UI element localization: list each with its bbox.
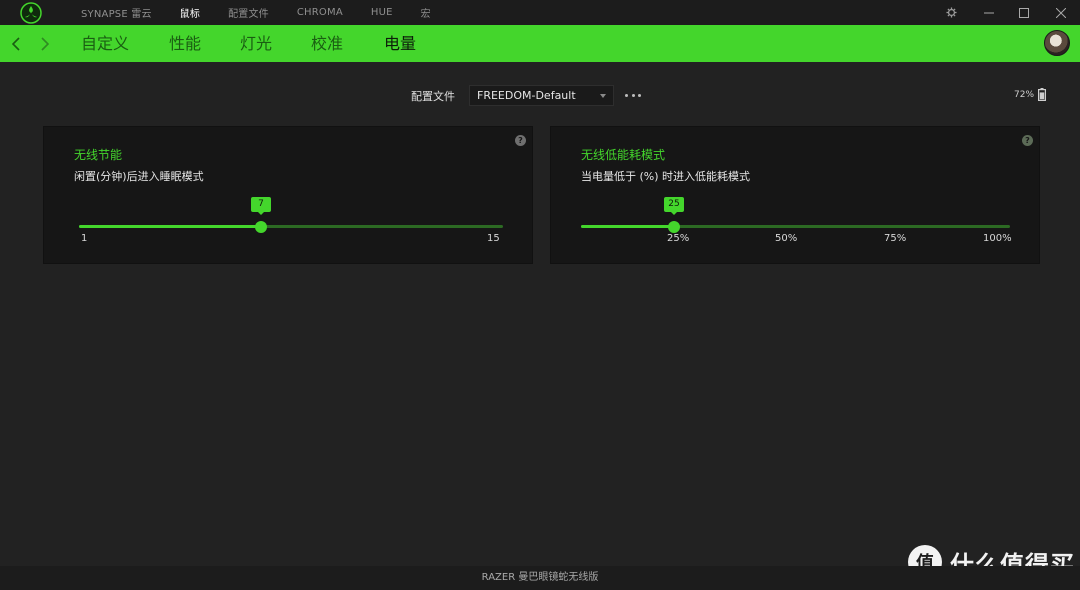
razer-synapse-window: SYNAPSE 雷云 鼠标 配置文件 CHROMA HUE 宏 自定义 性能 灯… (0, 0, 1080, 590)
gear-icon (945, 7, 957, 18)
device-name-footer: RAZER 曼巴眼镜蛇无线版 (0, 566, 1080, 590)
low-power-slider-thumb[interactable] (668, 221, 680, 233)
maximize-button[interactable] (1009, 0, 1039, 25)
low-power-tick-25: 25% (667, 233, 690, 244)
razer-logo-icon[interactable] (20, 2, 42, 24)
topnav-chroma[interactable]: CHROMA (297, 7, 343, 18)
profile-dropdown[interactable]: FREEDOM-Default (469, 85, 614, 106)
topnav-macro[interactable]: 宏 (421, 5, 431, 20)
low-power-panel-description: 当电量低于 (%) 时进入低能耗模式 (581, 170, 751, 183)
sleep-min-label: 1 (81, 233, 88, 244)
minimize-icon (984, 12, 994, 13)
topnav-hue[interactable]: HUE (371, 7, 393, 18)
more-dot (638, 93, 641, 97)
low-power-tick-50: 50% (775, 233, 798, 244)
minimize-button[interactable] (974, 0, 1004, 25)
forward-button[interactable] (34, 25, 56, 62)
low-power-panel-title: 无线低能耗模式 (581, 148, 666, 162)
topnav-mouse[interactable]: 鼠标 (180, 5, 200, 20)
low-power-tick-75: 75% (884, 233, 907, 244)
battery-fill (1039, 92, 1045, 100)
settings-button[interactable] (936, 0, 966, 25)
back-button[interactable] (5, 25, 27, 62)
low-power-tick-100: 100% (983, 233, 1012, 244)
profile-selected-value: FREEDOM-Default (477, 89, 576, 102)
chevron-right-icon (41, 36, 49, 51)
sleep-panel-description: 闲置(分钟)后进入睡眠模式 (74, 170, 204, 183)
chevron-left-icon (12, 36, 20, 51)
sleep-max-label: 15 (487, 233, 500, 244)
top-nav: SYNAPSE 雷云 鼠标 配置文件 CHROMA HUE 宏 (81, 0, 459, 25)
sleep-slider-thumb[interactable] (255, 221, 267, 233)
close-icon (1056, 7, 1066, 18)
low-power-value-bubble: 25 (664, 197, 684, 215)
topnav-synapse[interactable]: SYNAPSE 雷云 (81, 5, 152, 20)
profile-more-button[interactable] (625, 88, 641, 102)
more-dot (631, 93, 635, 97)
tab-lighting[interactable]: 灯光 (240, 25, 272, 62)
battery-icon (1038, 88, 1046, 101)
tab-customize[interactable]: 自定义 (81, 25, 129, 62)
help-icon[interactable]: ? (1022, 135, 1033, 146)
sleep-panel-title: 无线节能 (74, 148, 123, 162)
topnav-profiles[interactable]: 配置文件 (228, 5, 269, 20)
sleep-value-bubble: 7 (251, 197, 271, 215)
low-power-panel: 无线低能耗模式 当电量低于 (%) 时进入低能耗模式 ? 25 25% 50% … (550, 126, 1040, 264)
close-button[interactable] (1046, 0, 1076, 25)
device-subnav: 自定义 性能 灯光 校准 电量 (0, 25, 1080, 62)
avatar[interactable] (1044, 30, 1070, 56)
maximize-icon (1019, 7, 1029, 18)
tab-calibration[interactable]: 校准 (311, 25, 343, 62)
sleep-slider-fill (79, 225, 261, 228)
tab-performance[interactable]: 性能 (169, 25, 201, 62)
profile-label: 配置文件 (411, 90, 455, 103)
low-power-slider-fill (581, 225, 674, 228)
help-icon[interactable]: ? (515, 135, 526, 146)
more-dots-icon (625, 93, 628, 97)
tab-power[interactable]: 电量 (384, 25, 416, 62)
battery-percent: 72% (1014, 90, 1035, 100)
title-bar: SYNAPSE 雷云 鼠标 配置文件 CHROMA HUE 宏 (0, 0, 1080, 25)
sleep-panel: 无线节能 闲置(分钟)后进入睡眠模式 ? 7 1 15 (43, 126, 533, 264)
chevron-down-icon (600, 94, 606, 98)
